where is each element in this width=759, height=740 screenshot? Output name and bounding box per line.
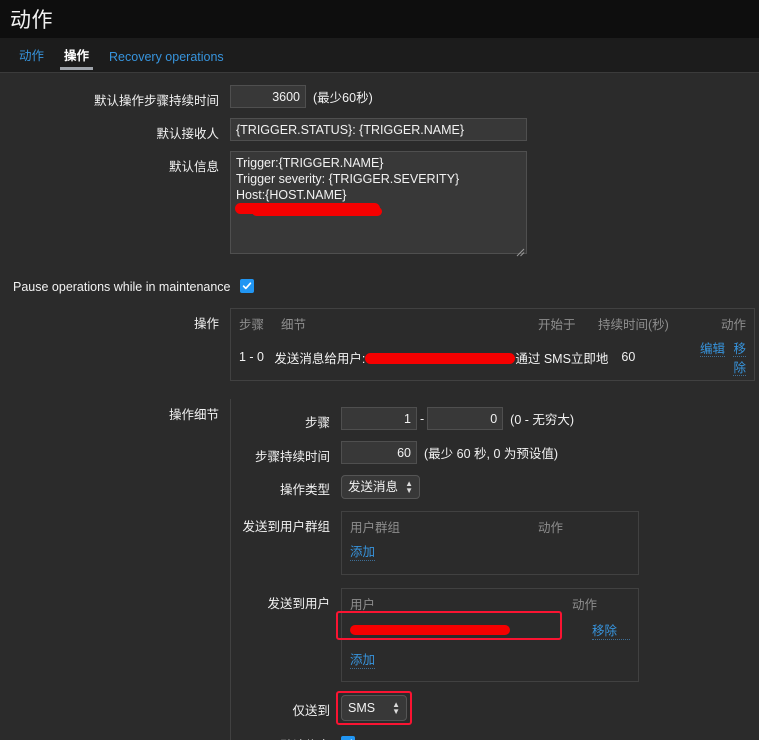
- row-details-redacted-user: [365, 352, 516, 365]
- row-start-in: 立即地: [570, 351, 609, 366]
- operations-table: 步骤 细节 开始于 持续时间(秒) 动作 1 - 0 发送消息给用户: 通过 S…: [230, 308, 755, 381]
- field-send-only-to: 仅送到 SMS ▲ ▼: [231, 691, 639, 725]
- send-only-to-select-wrapper: SMS ▲ ▼: [341, 695, 407, 721]
- label-steps: 步骤: [304, 416, 330, 430]
- tab-action[interactable]: 动作: [10, 40, 53, 72]
- field-send-to-users: 发送到用户 用户 动作 移除 添加: [231, 588, 639, 682]
- label-operations: 操作: [193, 317, 219, 331]
- step-to-input[interactable]: [427, 407, 504, 430]
- col-details: 细节: [281, 318, 307, 332]
- row-step: 1 - 0: [239, 350, 265, 364]
- row-duration: 60: [621, 350, 636, 364]
- redaction-mark-row-user: [365, 352, 516, 364]
- field-operations: 操作 步骤 细节 开始于 持续时间(秒) 动作 1 - 0 发送消息给用户: 通…: [0, 308, 759, 381]
- col-duration: 持续时间(秒): [598, 318, 669, 332]
- field-default-message: 默认信息 Trigger:{TRIGGER.NAME} Trigger seve…: [0, 151, 759, 259]
- field-operation-type: 操作类型 发送消息 ▲ ▼: [231, 475, 639, 499]
- add-user-link[interactable]: 添加: [350, 649, 376, 669]
- users-table-header: 用户 动作: [342, 589, 638, 616]
- list-item: 移除: [342, 616, 638, 645]
- row-details-suffix: 通过 SMS: [515, 351, 571, 366]
- step-from-input[interactable]: [341, 407, 417, 430]
- page-header: 动作: [0, 0, 759, 38]
- field-pause-maintenance: Pause operations while in maintenance: [0, 275, 759, 294]
- label-send-to-users: 发送到用户: [267, 597, 330, 611]
- operations-table-header: 步骤 细节 开始于 持续时间(秒) 动作: [231, 309, 754, 336]
- tab-recovery-operations[interactable]: Recovery operations: [100, 45, 233, 72]
- operation-details-panel: 步骤 - (0 - 无穷大) 步骤持续时间 (最少 60 秒, 0 为预设值): [230, 399, 639, 740]
- user-groups-table-header: 用户群组 动作: [342, 512, 638, 539]
- label-operation-default-message: 默认信息: [231, 732, 341, 740]
- label-operation-details: 操作细节: [168, 408, 219, 422]
- label-pause-maintenance: Pause operations while in maintenance: [13, 280, 231, 294]
- label-send-to-user-groups: 发送到用户群组: [242, 520, 330, 534]
- table-row: 1 - 0 发送消息给用户: 通过 SMS 立即地 60 编辑 移除: [231, 336, 754, 380]
- operation-type-select[interactable]: 发送消息: [341, 475, 420, 499]
- pause-maintenance-checkbox[interactable]: [239, 279, 254, 293]
- user-name-redacted: [350, 623, 510, 637]
- add-user-group-link[interactable]: 添加: [350, 541, 376, 561]
- tab-bar: 动作 操作 Recovery operations: [0, 38, 759, 73]
- operation-type-select-wrapper: 发送消息 ▲ ▼: [341, 475, 420, 499]
- field-steps: 步骤 - (0 - 无穷大): [231, 407, 639, 431]
- default-message-wrapper: Trigger:{TRIGGER.NAME} Trigger severity:…: [230, 151, 527, 259]
- edit-operation-link[interactable]: 编辑: [699, 342, 725, 357]
- label-operation-type: 操作类型: [279, 483, 330, 497]
- field-default-step-duration: 默认操作步骤持续时间 (最少60秒): [0, 85, 759, 109]
- redaction-mark-message-2: [252, 207, 382, 216]
- action-form: 默认操作步骤持续时间 (最少60秒) 默认接收人 默认信息 Trigger:{T…: [0, 73, 759, 740]
- field-step-duration: 步骤持续时间 (最少 60 秒, 0 为预设值): [231, 441, 639, 465]
- label-step-duration: 步骤持续时间: [254, 450, 330, 464]
- step-duration-input[interactable]: [341, 441, 417, 464]
- row-details-prefix: 发送消息给用户:: [274, 351, 366, 366]
- field-operation-default-message: 默认信息: [231, 732, 639, 740]
- col-user-group-action: 动作: [538, 521, 564, 535]
- hint-steps: (0 - 无穷大): [510, 413, 575, 427]
- field-send-to-user-groups: 发送到用户群组 用户群组 动作 添加: [231, 511, 639, 575]
- users-table: 用户 动作 移除 添加: [336, 588, 639, 682]
- label-default-subject: 默认接收人: [156, 127, 219, 141]
- label-send-only-to: 仅送到: [292, 704, 330, 718]
- label-default-step-duration: 默认操作步骤持续时间: [93, 94, 219, 108]
- remove-user-link[interactable]: 移除: [592, 620, 630, 640]
- default-subject-input[interactable]: [230, 118, 527, 141]
- send-only-to-select[interactable]: SMS: [341, 695, 407, 721]
- label-default-message: 默认信息: [168, 160, 219, 174]
- check-icon: [242, 282, 251, 290]
- users-add-row: 添加: [342, 645, 638, 681]
- col-start-in: 开始于: [538, 318, 576, 332]
- field-operation-details: 操作细节 步骤 - (0 - 无穷大) 步骤持续时间: [0, 399, 759, 740]
- col-action: 动作: [720, 318, 746, 332]
- col-user: 用户: [350, 598, 376, 612]
- col-step: 步骤: [239, 318, 265, 332]
- row-details: 发送消息给用户: 通过 SMS: [274, 348, 571, 367]
- col-user-group: 用户群组: [350, 521, 401, 535]
- remove-operation-link[interactable]: 移除: [733, 342, 746, 376]
- tab-operations[interactable]: 操作: [55, 40, 98, 72]
- col-user-action: 动作: [572, 598, 598, 612]
- operation-default-message-checkbox[interactable]: [341, 736, 355, 740]
- field-default-subject: 默认接收人: [0, 118, 759, 142]
- steps-separator: -: [420, 411, 425, 426]
- hint-default-step-duration: (最少60秒): [313, 91, 373, 105]
- user-groups-add-row: 添加: [342, 539, 638, 574]
- user-groups-table: 用户群组 动作 添加: [341, 511, 639, 575]
- page-title: 动作: [10, 9, 53, 32]
- default-step-duration-input[interactable]: [230, 85, 306, 108]
- redaction-mark-user: [350, 625, 510, 635]
- hint-step-duration: (最少 60 秒, 0 为预设值): [424, 447, 559, 461]
- row-actions: 编辑 移除: [694, 338, 746, 376]
